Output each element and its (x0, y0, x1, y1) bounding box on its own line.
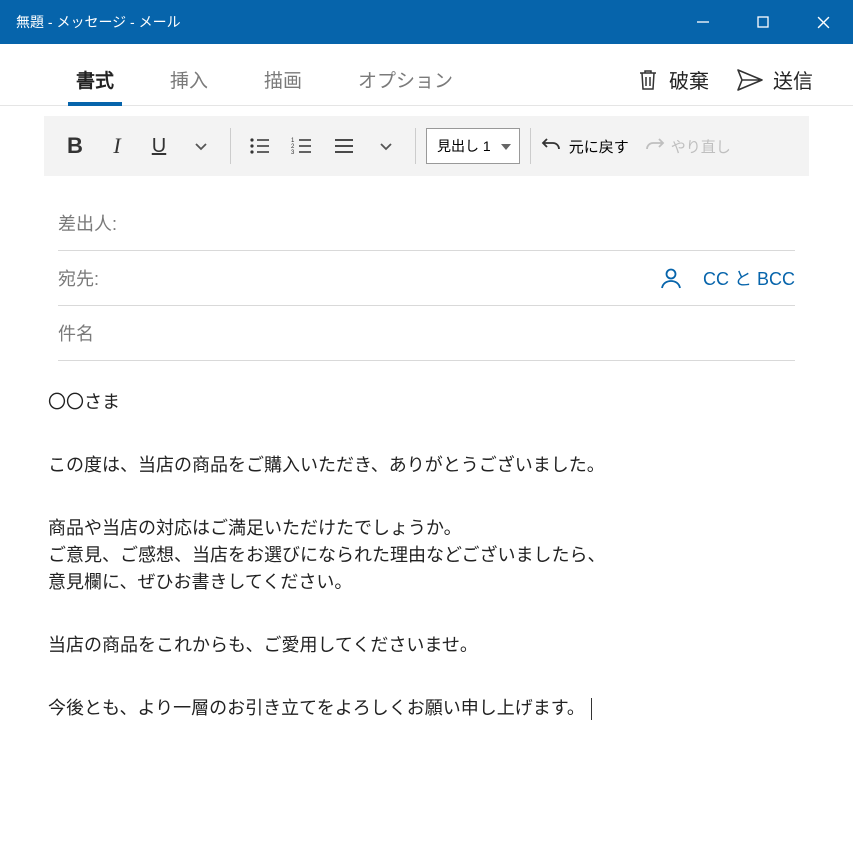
separator (230, 128, 231, 164)
heading-select[interactable]: 見出し 1 (426, 128, 520, 164)
to-field-actions: CC と BCC (659, 265, 795, 291)
message-body[interactable]: 〇〇さま この度は、当店の商品をご購入いただき、ありがとうございました。 商品や… (0, 361, 853, 750)
body-line: この度は、当店の商品をご購入いただき、ありがとうございました。 (48, 452, 805, 479)
underline-button[interactable]: U (140, 124, 178, 168)
bullet-list-button[interactable] (241, 124, 279, 168)
to-field[interactable]: 宛先: CC と BCC (58, 251, 795, 306)
tab-draw[interactable]: 描画 (248, 54, 318, 105)
redo-icon (643, 136, 665, 156)
redo-button[interactable]: やり直し (643, 136, 731, 157)
contacts-button[interactable] (659, 266, 683, 290)
undo-icon (541, 136, 563, 156)
italic-button[interactable]: I (98, 124, 136, 168)
redo-label: やり直し (671, 136, 731, 157)
window-controls (673, 0, 853, 44)
maximize-button[interactable] (733, 0, 793, 44)
heading-value: 見出し 1 (437, 136, 491, 156)
numbered-list-icon: 123 (291, 137, 313, 155)
send-label: 送信 (773, 65, 813, 94)
bullet-list-icon (249, 137, 271, 155)
ribbon-actions: 破棄 送信 (637, 65, 813, 94)
person-icon (659, 266, 683, 290)
to-label: 宛先: (58, 265, 99, 291)
undo-redo-group: 元に戻す やり直し (541, 136, 731, 157)
tab-insert[interactable]: 挿入 (154, 54, 224, 105)
body-line: 今後とも、より一層のお引き立てをよろしくお願い申し上げます。 (48, 695, 805, 722)
separator (415, 128, 416, 164)
format-toolbar: B I U 123 見出し 1 元に戻す やり直し (44, 116, 809, 176)
body-line: 意見欄に、ぜひお書きしてください。 (48, 569, 805, 596)
subject-field[interactable]: 件名 (58, 306, 795, 361)
text-cursor (591, 698, 592, 720)
cc-bcc-button[interactable]: CC と BCC (703, 265, 795, 291)
close-icon (817, 16, 830, 29)
body-line: 当店の商品をこれからも、ご愛用してくださいませ。 (48, 632, 805, 659)
font-style-group: B I U (56, 124, 220, 168)
send-button[interactable]: 送信 (737, 65, 813, 94)
minimize-icon (697, 16, 709, 28)
trash-icon (637, 68, 659, 92)
list-group: 123 (241, 124, 405, 168)
undo-label: 元に戻す (569, 136, 629, 157)
paragraph-button[interactable] (325, 124, 363, 168)
minimize-button[interactable] (673, 0, 733, 44)
undo-button[interactable]: 元に戻す (541, 136, 629, 157)
titlebar: 無題 - メッセージ - メール (0, 0, 853, 44)
svg-text:3: 3 (291, 150, 295, 155)
close-button[interactable] (793, 0, 853, 44)
ribbon-tabs: 書式 挿入 描画 オプション 破棄 送信 (0, 44, 853, 106)
subject-label: 件名 (58, 320, 94, 346)
body-line: 商品や当店の対応はご満足いただけたでしょうか。 (48, 515, 805, 542)
body-line: 〇〇さま (48, 389, 805, 416)
discard-button[interactable]: 破棄 (637, 65, 709, 94)
separator (530, 128, 531, 164)
discard-label: 破棄 (669, 65, 709, 94)
tab-options[interactable]: オプション (342, 54, 469, 105)
from-label: 差出人: (58, 210, 117, 236)
numbered-list-button[interactable]: 123 (283, 124, 321, 168)
chevron-down-icon (194, 139, 208, 153)
from-field[interactable]: 差出人: (58, 196, 795, 251)
list-more-button[interactable] (367, 124, 405, 168)
paragraph-icon (333, 137, 355, 155)
message-fields: 差出人: 宛先: CC と BCC 件名 (0, 176, 853, 361)
body-line: ご意見、ご感想、当店をお選びになられた理由などございましたら、 (48, 542, 805, 569)
font-more-button[interactable] (182, 124, 220, 168)
bold-button[interactable]: B (56, 124, 94, 168)
tab-format[interactable]: 書式 (60, 54, 130, 105)
send-icon (737, 69, 763, 91)
window-title: 無題 - メッセージ - メール (16, 12, 673, 32)
maximize-icon (757, 16, 769, 28)
chevron-down-icon (379, 139, 393, 153)
